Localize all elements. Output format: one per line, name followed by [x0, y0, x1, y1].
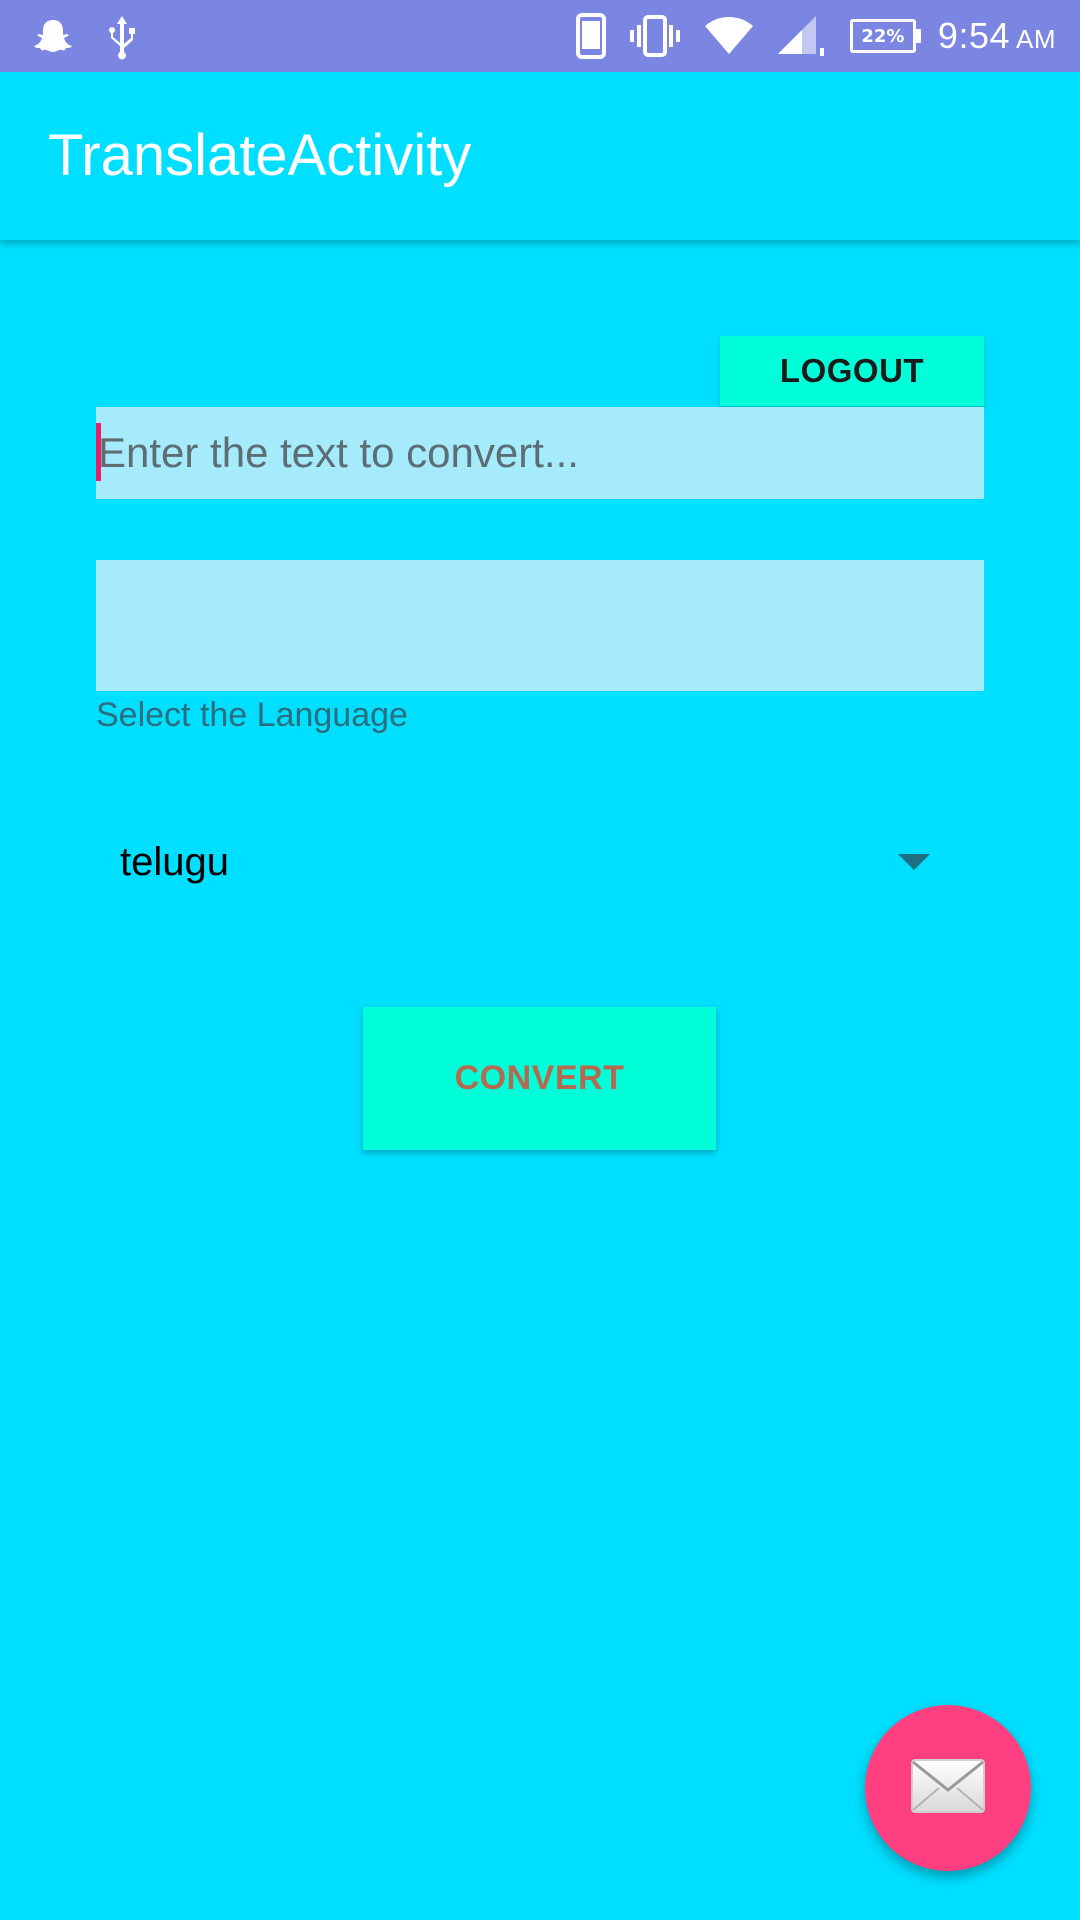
- wifi-icon: [704, 16, 754, 56]
- status-bar-left: [34, 12, 138, 62]
- phone-icon: [575, 13, 606, 59]
- status-bar-right: 22% 9:54 AM: [575, 10, 1056, 62]
- chevron-down-icon: [898, 854, 930, 870]
- email-fab-button[interactable]: [865, 1705, 1031, 1871]
- vibrate-icon: [628, 15, 682, 57]
- status-time: 9:54 AM: [937, 15, 1056, 56]
- page-title: TranslateActivity: [48, 123, 472, 188]
- snapchat-icon: [34, 17, 72, 57]
- usb-icon: [106, 14, 138, 60]
- convert-button[interactable]: CONVERT: [363, 1007, 716, 1150]
- language-selected-value: telugu: [120, 840, 229, 884]
- cell-signal-icon: [776, 14, 828, 58]
- text-to-convert-input[interactable]: [96, 407, 984, 499]
- language-dropdown[interactable]: telugu: [96, 800, 984, 920]
- translated-output-box: [96, 560, 984, 691]
- text-input-container: [96, 407, 984, 499]
- text-cursor: [96, 423, 101, 481]
- status-bar: 22% 9:54 AM: [0, 0, 1080, 72]
- envelope-icon: [910, 1758, 986, 1819]
- logout-button[interactable]: LOGOUT: [720, 336, 984, 406]
- app-bar: TranslateActivity: [0, 72, 1080, 240]
- battery-icon: 22%: [849, 19, 921, 53]
- language-label: Select the Language: [96, 696, 408, 734]
